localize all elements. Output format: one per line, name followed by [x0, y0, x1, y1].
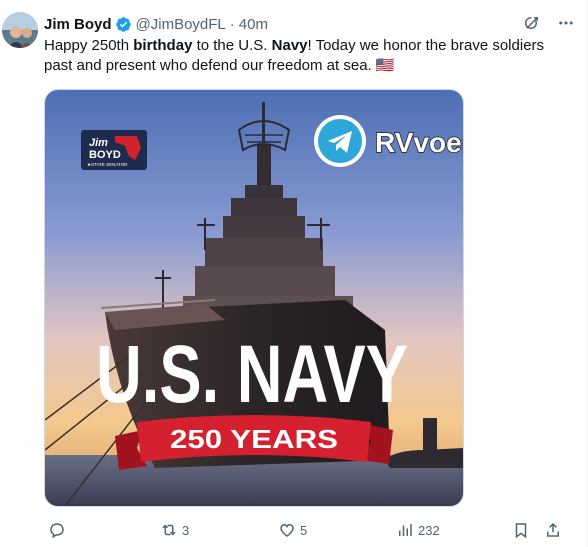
views-button[interactable]: 232 — [396, 520, 440, 540]
more-icon[interactable] — [557, 14, 575, 36]
tweet-text-bold: birthday — [133, 37, 193, 54]
repost-icon — [162, 524, 176, 536]
reply-button[interactable] — [48, 520, 70, 540]
ribbon-text: 250 YEARS — [170, 424, 338, 454]
timestamp[interactable]: 40m — [239, 16, 268, 33]
logo-line-1: Jim — [89, 137, 108, 149]
views-icon — [399, 524, 412, 536]
repost-count: 3 — [182, 522, 190, 538]
separator-dot: · — [229, 15, 235, 33]
tweet: Jim Boyd @JimBoydFL · 40m Happy 250th bi… — [0, 0, 588, 547]
share-button[interactable] — [544, 520, 562, 540]
us-flag-icon: 🇺🇸 — [375, 57, 395, 74]
view-count: 232 — [418, 522, 440, 538]
repost-button[interactable]: 3 — [160, 520, 189, 540]
action-bar: 3 5 232 — [44, 520, 569, 540]
tweet-text-part: to the U.S. — [192, 37, 272, 54]
header-actions — [523, 14, 575, 36]
watermark-text: RVvoenkor — [375, 127, 463, 158]
like-icon — [280, 523, 294, 537]
avatar[interactable] — [2, 12, 38, 48]
like-count: 5 — [300, 522, 308, 538]
tweet-header: Jim Boyd @JimBoydFL · 40m — [44, 14, 575, 34]
tweet-text: Happy 250th birthday to the U.S. Navy! T… — [44, 36, 574, 76]
reply-icon — [50, 523, 64, 539]
like-button[interactable]: 5 — [278, 520, 307, 540]
verified-badge-icon — [115, 16, 132, 33]
bookmark-icon — [515, 523, 527, 539]
logo-line-2: BOYD — [89, 149, 121, 161]
jim-boyd-logo: Jim BOYD ★STATE SENATOR — [81, 130, 147, 170]
tweet-text-part: Happy 250th — [44, 37, 134, 54]
tweet-text-bold: Navy — [271, 37, 308, 54]
telegram-icon — [318, 119, 362, 163]
headline-text: U.S. NAVY — [96, 329, 408, 420]
share-icon — [547, 522, 559, 537]
author-name[interactable]: Jim Boyd — [44, 16, 112, 33]
tweet-image[interactable]: U.S. NAVY 250 YEARS Jim BOYD ★STATE SENA… — [44, 89, 464, 507]
bookmark-button[interactable] — [512, 520, 530, 540]
author-handle[interactable]: @JimBoydFL — [136, 16, 226, 33]
grok-icon[interactable] — [523, 14, 541, 36]
logo-line-3: ★STATE SENATOR — [87, 162, 128, 167]
